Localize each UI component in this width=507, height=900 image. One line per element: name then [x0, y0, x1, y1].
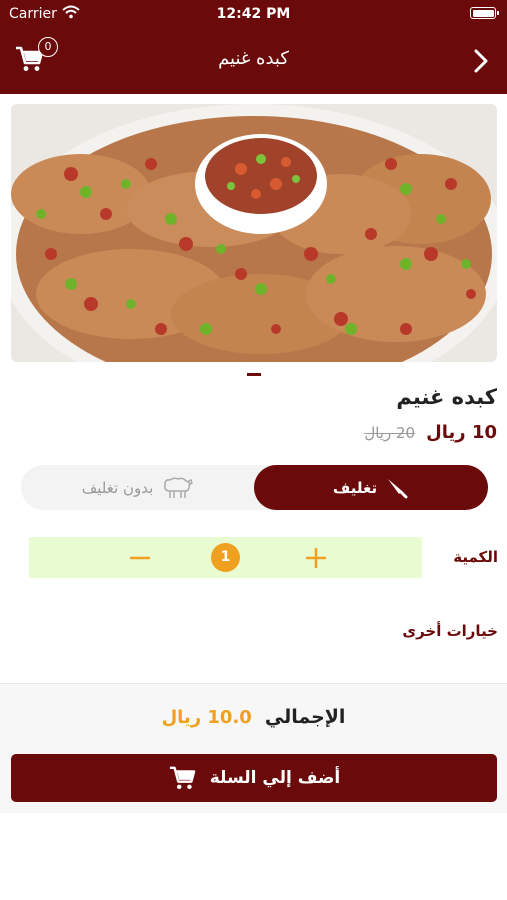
page-title: كبده غنيم [218, 48, 289, 69]
packaging-toggle: تغليف بدون تغليف [21, 465, 488, 510]
current-price: 10 ريال [426, 422, 497, 443]
nav-bar: 0 كبده غنيم [0, 28, 507, 94]
clock: 12:42 PM [216, 6, 291, 22]
price-row: 10 ريال 20 ريال [364, 422, 497, 443]
wrapped-option[interactable]: تغليف [254, 465, 488, 510]
cart-icon [169, 766, 196, 790]
total-value: 10.0 ريال [161, 707, 252, 728]
quantity-label: الكمية [453, 548, 498, 566]
product-name: كبده غنيم [396, 385, 497, 409]
image-pager-indicator[interactable] [247, 373, 261, 376]
app-header: Carrier 12:42 PM 0 كبده غنيم [0, 0, 507, 94]
total-row: الإجمالي 10.0 ريال [0, 706, 507, 728]
quantity-value: 1 [211, 543, 240, 572]
knife-icon [388, 478, 408, 498]
product-image [11, 104, 497, 362]
original-price: 20 ريال [364, 424, 416, 442]
chevron-right-icon[interactable] [473, 48, 489, 74]
total-label: الإجمالي [264, 706, 346, 728]
quantity-stepper: 1 [29, 537, 422, 578]
sheep-icon [164, 476, 194, 498]
minus-icon[interactable] [125, 543, 155, 573]
wrapped-label: تغليف [332, 478, 378, 497]
add-to-cart-label: أضف إلي السلة [209, 768, 341, 788]
unwrapped-option[interactable]: بدون تغليف [21, 465, 254, 510]
plus-icon[interactable] [301, 543, 331, 573]
unwrapped-label: بدون تغليف [81, 478, 154, 497]
battery-icon [470, 7, 499, 19]
add-to-cart-button[interactable]: أضف إلي السلة [11, 754, 497, 802]
other-options-label[interactable]: خيارات أخرى [402, 622, 498, 640]
status-bar: Carrier 12:42 PM [0, 0, 507, 28]
order-summary: الإجمالي 10.0 ريال أضف إلي السلة [0, 683, 507, 813]
